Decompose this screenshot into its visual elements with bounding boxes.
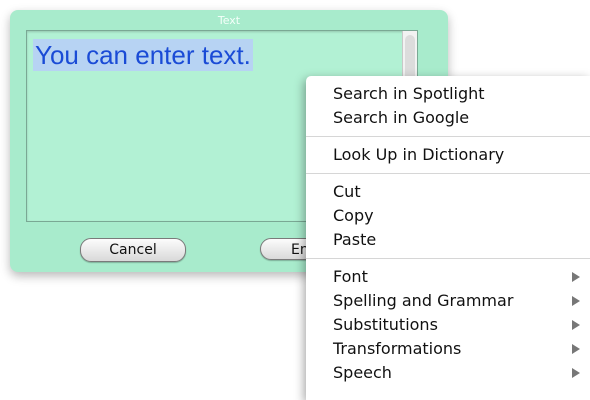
- cancel-button[interactable]: Cancel: [80, 238, 186, 262]
- selected-text[interactable]: You can enter text.: [33, 39, 253, 71]
- menu-item-speech[interactable]: Speech: [306, 361, 590, 385]
- menu-section-submenus: Font Spelling and Grammar Substitutions …: [306, 259, 590, 391]
- context-menu: Search in Spotlight Search in Google Loo…: [306, 76, 590, 400]
- menu-section-edit: Cut Copy Paste: [306, 174, 590, 258]
- menu-item-spelling-grammar[interactable]: Spelling and Grammar: [306, 289, 590, 313]
- menu-item-label: Substitutions: [333, 315, 438, 334]
- menu-item-search-spotlight[interactable]: Search in Spotlight: [306, 82, 590, 106]
- dialog-title: Text: [217, 14, 241, 27]
- menu-item-label: Font: [333, 267, 368, 286]
- chevron-right-icon: [572, 368, 580, 378]
- menu-section-lookup: Look Up in Dictionary: [306, 137, 590, 173]
- chevron-right-icon: [572, 272, 580, 282]
- menu-item-substitutions[interactable]: Substitutions: [306, 313, 590, 337]
- menu-item-label: Speech: [333, 363, 392, 382]
- menu-item-look-up-dictionary[interactable]: Look Up in Dictionary: [306, 143, 590, 167]
- menu-section-search: Search in Spotlight Search in Google: [306, 76, 590, 136]
- menu-item-cut[interactable]: Cut: [306, 180, 590, 204]
- menu-item-transformations[interactable]: Transformations: [306, 337, 590, 361]
- chevron-right-icon: [572, 296, 580, 306]
- chevron-right-icon: [572, 344, 580, 354]
- chevron-right-icon: [572, 320, 580, 330]
- menu-item-label: Transformations: [333, 339, 462, 358]
- menu-item-copy[interactable]: Copy: [306, 204, 590, 228]
- menu-item-search-google[interactable]: Search in Google: [306, 106, 590, 130]
- menu-item-paste[interactable]: Paste: [306, 228, 590, 252]
- menu-item-font[interactable]: Font: [306, 265, 590, 289]
- menu-item-label: Spelling and Grammar: [333, 291, 514, 310]
